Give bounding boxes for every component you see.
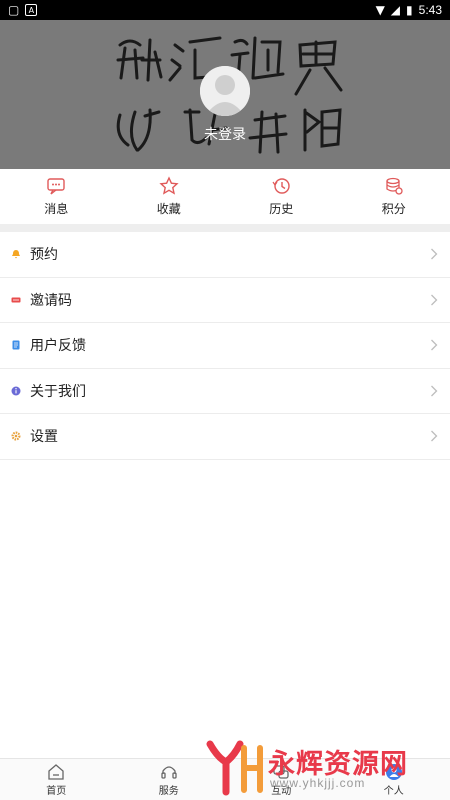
info-icon bbox=[11, 386, 21, 396]
menu-item-label: 用户反馈 bbox=[30, 338, 86, 355]
app-notification-icon: A bbox=[25, 4, 38, 16]
nav-tab-personal[interactable]: 个人 bbox=[338, 759, 450, 800]
settings-menu: 预约 邀请码 用户反馈 关于我们 设置 bbox=[0, 232, 450, 460]
menu-item-about-us[interactable]: 关于我们 bbox=[0, 369, 450, 414]
nav-tab-label: 首页 bbox=[46, 785, 67, 797]
history-icon bbox=[272, 178, 290, 194]
menu-item-reservation[interactable]: 预约 bbox=[0, 232, 450, 278]
interact-icon bbox=[273, 764, 289, 779]
message-icon bbox=[47, 178, 65, 195]
home-icon bbox=[48, 763, 64, 780]
menu-item-label: 关于我们 bbox=[30, 383, 86, 400]
chevron-right-icon bbox=[431, 294, 438, 306]
quick-action-label: 消息 bbox=[44, 202, 69, 216]
quick-action-messages[interactable]: 消息 bbox=[0, 169, 113, 224]
quick-action-favorites[interactable]: 收藏 bbox=[113, 169, 226, 224]
quick-actions: 消息 收藏 历史 积分 bbox=[0, 169, 450, 224]
gear-icon bbox=[11, 431, 21, 441]
nav-tab-label: 互动 bbox=[271, 785, 292, 797]
quick-action-label: 历史 bbox=[269, 202, 294, 216]
status-bar: ▢ A ▼ ◢ ▮ 5:43 bbox=[0, 0, 450, 20]
status-time: 5:43 bbox=[418, 3, 442, 17]
chevron-right-icon bbox=[431, 248, 438, 260]
nav-tab-service[interactable]: 服务 bbox=[113, 759, 226, 800]
quick-action-label: 收藏 bbox=[156, 202, 181, 216]
feedback-icon bbox=[11, 340, 21, 350]
star-icon bbox=[159, 176, 179, 195]
menu-item-settings[interactable]: 设置 bbox=[0, 414, 450, 460]
login-status-label[interactable]: 未登录 bbox=[0, 124, 450, 144]
bottom-navigation: 首页 服务 互动 个人 bbox=[0, 758, 450, 800]
wifi-icon: ▼ bbox=[375, 3, 385, 17]
user-icon bbox=[385, 763, 402, 780]
menu-item-label: 设置 bbox=[30, 429, 58, 446]
bell-icon bbox=[11, 249, 21, 259]
ticket-icon bbox=[11, 295, 21, 305]
chevron-right-icon bbox=[431, 385, 438, 397]
notification-icon: ▢ bbox=[8, 3, 20, 17]
section-divider bbox=[0, 224, 450, 232]
default-avatar-icon bbox=[200, 66, 250, 116]
avatar[interactable] bbox=[200, 66, 250, 116]
profile-header: 未登录 bbox=[0, 20, 450, 169]
nav-tab-interact[interactable]: 互动 bbox=[225, 759, 338, 800]
menu-item-label: 预约 bbox=[30, 247, 58, 264]
menu-item-invite-code[interactable]: 邀请码 bbox=[0, 278, 450, 323]
menu-item-feedback[interactable]: 用户反馈 bbox=[0, 323, 450, 369]
quick-action-history[interactable]: 历史 bbox=[225, 169, 338, 224]
quick-action-points[interactable]: 积分 bbox=[338, 169, 450, 224]
signal-icon: ◢ bbox=[390, 3, 401, 17]
chevron-right-icon bbox=[431, 430, 438, 442]
nav-tab-label: 服务 bbox=[158, 785, 179, 797]
menu-item-label: 邀请码 bbox=[30, 292, 72, 309]
quick-action-label: 积分 bbox=[381, 202, 406, 216]
headset-icon bbox=[161, 765, 177, 779]
chevron-right-icon bbox=[431, 339, 438, 351]
coins-icon bbox=[386, 177, 403, 195]
battery-icon: ▮ bbox=[406, 3, 413, 17]
nav-tab-home[interactable]: 首页 bbox=[0, 759, 113, 800]
nav-tab-label: 个人 bbox=[383, 785, 404, 797]
